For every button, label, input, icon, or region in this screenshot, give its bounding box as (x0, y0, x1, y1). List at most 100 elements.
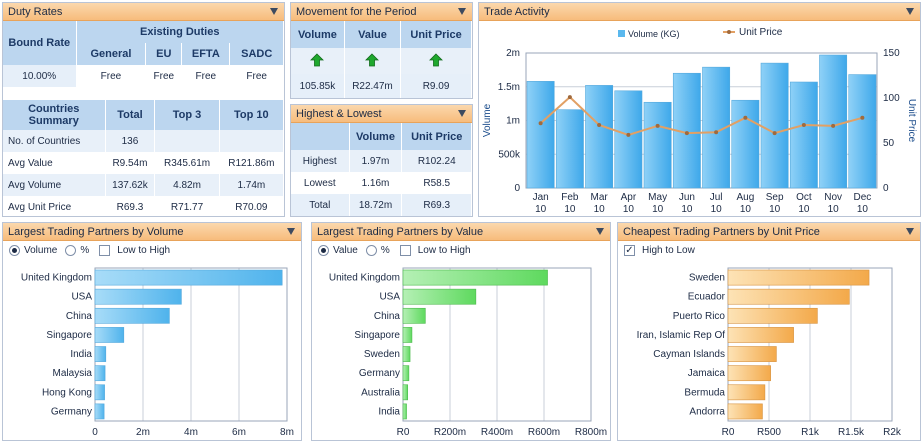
partners-price-title: Cheapest Trading Partners by Unit Price (623, 226, 820, 238)
partner-label: Iran, Islamic Rep Of (637, 330, 726, 341)
partner-label: USA (71, 292, 92, 303)
partner-label: Sweden (689, 273, 725, 284)
y2-tick-label: 100 (883, 93, 900, 104)
table-row: Avg Value R9.54m R345.61m R121.86m (3, 152, 284, 174)
volume-bar (819, 54, 848, 189)
partner-bar (94, 365, 106, 382)
x-tick-label: 2m (136, 427, 150, 438)
movement-unit-price-value: R9.09 (400, 74, 472, 98)
percent-radio[interactable] (365, 245, 377, 256)
chevron-down-icon[interactable] (458, 110, 466, 117)
summary-col-top10: Top 10 (219, 100, 284, 130)
cell: 1.74m (219, 174, 284, 196)
partners-volume-panel: Largest Trading Partners by Volume Volum… (2, 222, 302, 441)
x-tick-label: May (648, 192, 667, 203)
duty-rates-panel: Duty Rates Bound Rate Existing Duties Ge… (2, 2, 285, 217)
cell: R70.09 (219, 196, 284, 216)
volume-radio[interactable] (9, 245, 20, 256)
volume-bar (848, 74, 877, 189)
x-tick-label: Sep (766, 192, 784, 203)
partner-label: India (378, 406, 400, 417)
x-tick-label: 6m (232, 427, 246, 438)
partner-bar (94, 346, 107, 362)
y2-tick-label: 50 (883, 138, 895, 149)
chevron-down-icon[interactable] (596, 228, 604, 235)
partner-label: Hong Kong (42, 387, 92, 398)
partner-label: China (374, 311, 401, 322)
x-tick-label: R1.5k (838, 427, 865, 438)
cell: 136 (105, 130, 156, 152)
partner-bar (402, 384, 408, 401)
chevron-down-icon[interactable] (287, 228, 295, 235)
high-to-low-checkbox[interactable]: ✓ (624, 245, 635, 256)
percent-radio[interactable] (65, 245, 77, 256)
x-tick-label: Oct (796, 192, 812, 203)
movement-header: Movement for the Period (291, 3, 472, 21)
chevron-down-icon[interactable] (270, 8, 278, 15)
partner-bar (94, 288, 182, 305)
x-tick-label: Dec (853, 192, 871, 203)
chevron-down-icon[interactable] (906, 228, 914, 235)
y2-tick-label: 150 (883, 48, 900, 59)
unit-price-point (655, 123, 660, 128)
x-tick-label: 4m (184, 427, 198, 438)
low-to-high-label: Low to High (117, 245, 171, 256)
duty-value: Free (229, 65, 284, 87)
x-tick-year: 10 (857, 204, 869, 215)
volume-bar (526, 81, 555, 189)
legend-price-marker (727, 30, 731, 34)
cell: R9.54m (105, 152, 156, 174)
x-tick-year: 10 (652, 204, 664, 215)
legend-volume-swatch (618, 30, 625, 37)
volume-bar (614, 90, 643, 189)
unit-price-point (538, 121, 543, 126)
trade-activity-header: Trade Activity (479, 3, 920, 21)
partners-value-title: Largest Trading Partners by Value (317, 226, 484, 238)
partners-price-options: ✓ High to Low (624, 245, 695, 256)
partner-label: Cayman Islands (653, 349, 725, 360)
cell: 137.62k (105, 174, 156, 196)
partner-label: Malaysia (53, 368, 93, 379)
partner-bar (727, 269, 870, 286)
x-tick-label: R400m (481, 427, 513, 438)
volume-bar (731, 99, 760, 189)
x-tick-label: Nov (824, 192, 842, 203)
partner-bar (727, 346, 777, 362)
value-radio[interactable] (318, 245, 329, 256)
partner-label: India (70, 349, 92, 360)
x-tick-label: Aug (736, 192, 754, 203)
hl-col-volume: Volume (349, 123, 403, 150)
table-row: Total 18.72m R69.3 (291, 194, 472, 216)
unit-price-point (801, 123, 806, 127)
low-to-high-checkbox[interactable] (99, 245, 111, 256)
highest-lowest-header: Highest & Lowest (291, 105, 472, 123)
chevron-down-icon[interactable] (458, 8, 466, 15)
partners-value-chart: R0 R200m R400m R600m R800m United Kingdom USA C… (329, 267, 607, 438)
y-axis-label: Volume (482, 103, 493, 137)
chevron-down-icon[interactable] (906, 8, 914, 15)
x-tick-label: R500 (757, 427, 781, 438)
partner-label: Puerto Rico (673, 311, 726, 322)
row-label: Lowest (291, 172, 350, 194)
partner-bar (94, 269, 283, 286)
x-tick-year: 10 (681, 204, 693, 215)
partner-bar (94, 307, 170, 324)
movement-panel: Movement for the Period Volume Value Uni… (290, 2, 473, 99)
y2-axis-label: Unit Price (906, 99, 917, 143)
countries-summary-header: Countries Summary (3, 100, 106, 130)
volume-bar (585, 85, 614, 189)
cell: 1.16m (349, 172, 403, 194)
partner-label: USA (379, 292, 400, 303)
cell: R345.61m (154, 152, 220, 174)
movement-col-volume: Volume (291, 21, 345, 48)
x-tick-label: R1k (801, 427, 820, 438)
partner-bar (402, 403, 407, 420)
x-tick-year: 10 (828, 204, 840, 215)
unit-price-point (597, 123, 602, 127)
partner-bar (727, 307, 818, 324)
unit-price-point (567, 95, 572, 100)
y-tick-label: 2m (506, 48, 520, 59)
low-to-high-checkbox[interactable] (399, 245, 411, 256)
partners-value-header: Largest Trading Partners by Value (312, 223, 610, 241)
table-row: Highest 1.97m R102.24 (291, 150, 472, 172)
